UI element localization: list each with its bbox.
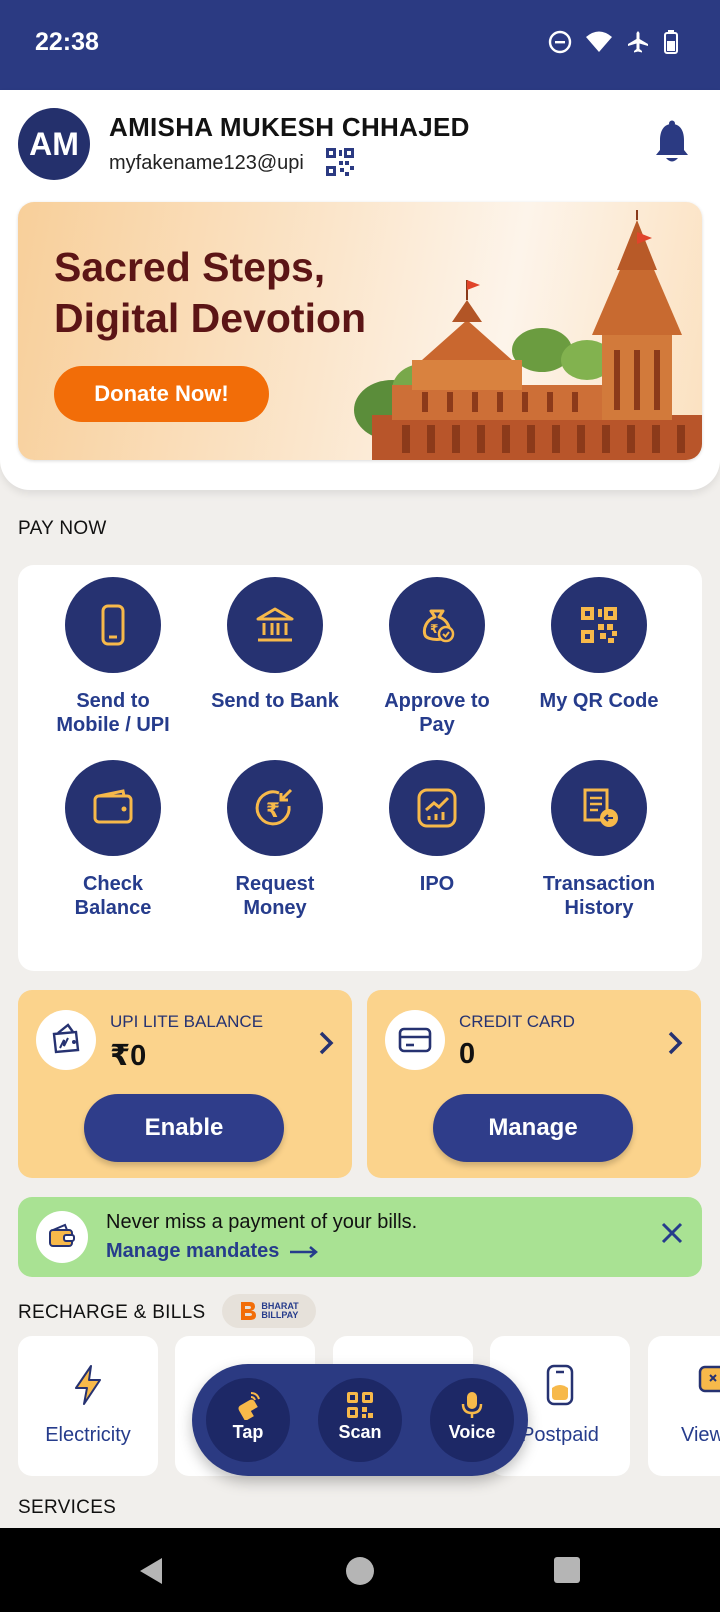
bharat-billpay-badge: BHARAT BILLPAY [222, 1294, 316, 1328]
pay-label-line1: Transaction [542, 873, 656, 895]
close-icon[interactable] [660, 1221, 684, 1245]
voice-label: Voice [448, 1422, 496, 1442]
pay-label-line2: Balance [74, 897, 152, 919]
credit-card-icon [398, 1027, 432, 1053]
home-icon[interactable] [345, 1556, 375, 1586]
transaction-history-button[interactable]: Transaction History [518, 760, 680, 920]
enable-button[interactable]: Enable [84, 1094, 284, 1162]
scan-label: Scan [338, 1422, 382, 1442]
avatar[interactable]: AM [18, 108, 90, 180]
qr-code-icon [581, 607, 617, 643]
upi-id: myfakename123@upi [109, 152, 304, 174]
pay-label-line1: IPO [419, 873, 455, 895]
bharat-billpay-logo [241, 1302, 257, 1320]
mandate-message: Never miss a payment of your bills. [106, 1211, 418, 1233]
scan-qr-icon [347, 1392, 373, 1418]
scan-button[interactable]: Scan [318, 1378, 402, 1462]
credit-card-label: CREDIT CARD [459, 1012, 575, 1031]
upi-lite-card[interactable]: UPI LITE BALANCE ₹0 Enable [18, 990, 352, 1178]
chevron-right-icon[interactable] [667, 1030, 683, 1056]
pay-now-heading: PAY NOW [18, 518, 107, 539]
status-icons [548, 30, 678, 54]
rupee-request-icon: ₹ [255, 788, 293, 826]
wallet-icon [93, 789, 133, 824]
receipt-history-icon [583, 788, 618, 827]
request-money-button[interactable]: ₹ Request Money [194, 760, 356, 920]
mandate-banner[interactable]: Never miss a payment of your bills. Mana… [18, 1197, 702, 1277]
pay-label-line1: Request [235, 873, 315, 895]
pay-label-line1: Send to [76, 690, 150, 712]
banner-title-line2: Digital Devotion [54, 295, 367, 341]
user-name: AMISHA MUKESH CHHAJED [109, 112, 470, 142]
svg-text:₹: ₹ [430, 622, 438, 636]
bbps-line2: BILLPAY [261, 1310, 299, 1320]
tap-pay-icon [238, 1392, 260, 1420]
pay-now-card: Send to Mobile / UPI Send to Bank ₹ Appro… [18, 565, 702, 971]
manage-mandates-label: Manage mandates [106, 1240, 280, 1262]
recents-icon[interactable] [553, 1556, 581, 1584]
tile-label: Electricity [45, 1424, 131, 1446]
quick-action-bar: Tap Scan Voice [192, 1364, 528, 1476]
pay-label-line2: Pay [419, 714, 455, 736]
microphone-icon [461, 1392, 483, 1418]
send-to-bank-button[interactable]: Send to Bank [194, 577, 356, 713]
credit-card-amount: 0 [459, 1038, 476, 1070]
manage-button[interactable]: Manage [433, 1094, 633, 1162]
pay-label-line1: Check [82, 873, 144, 895]
credit-card-card[interactable]: CREDIT CARD 0 Manage [367, 990, 701, 1178]
upi-lite-wallet-icon [52, 1023, 80, 1054]
tap-button[interactable]: Tap [206, 1378, 290, 1462]
promo-banner[interactable]: Sacred Steps, Digital Devotion Donate No… [18, 202, 702, 460]
view-all-tile[interactable]: View [648, 1336, 720, 1476]
pay-label-line1: My QR Code [539, 690, 659, 712]
banner-title: Sacred Steps, Digital Devotion [54, 242, 366, 344]
status-bar: 22:38 [0, 0, 720, 90]
my-qr-code-button[interactable]: My QR Code [518, 577, 680, 713]
electricity-tile[interactable]: Electricity [18, 1336, 158, 1476]
manage-mandates-link[interactable]: Manage mandates [106, 1240, 319, 1263]
approve-to-pay-button[interactable]: ₹ Approve to Pay [356, 577, 518, 737]
arrow-right-icon [289, 1245, 318, 1258]
banner-title-line1: Sacred Steps, [54, 244, 326, 290]
chevron-right-icon[interactable] [318, 1030, 334, 1056]
mobile-icon [101, 604, 125, 646]
qr-code-icon[interactable] [326, 148, 354, 176]
upi-lite-amount: ₹0 [110, 1040, 147, 1072]
chart-icon [417, 788, 457, 828]
wifi-icon [586, 31, 612, 52]
bank-icon [256, 607, 294, 642]
lightning-icon [75, 1365, 101, 1405]
pay-label-line2: History [564, 897, 634, 919]
battery-icon [664, 30, 678, 54]
airplane-icon [628, 31, 648, 53]
tap-label: Tap [232, 1422, 264, 1442]
tile-label: View [681, 1424, 720, 1446]
mobile-postpaid-icon [546, 1364, 574, 1406]
ipo-button[interactable]: IPO [356, 760, 518, 896]
temple-illustration [354, 210, 702, 460]
pay-label-line2: Money [243, 897, 307, 919]
pay-label-line1: Send to Bank [211, 690, 339, 712]
services-heading: SERVICES [18, 1497, 117, 1518]
voice-button[interactable]: Voice [430, 1378, 514, 1462]
donate-now-button[interactable]: Donate Now! [54, 366, 269, 422]
pay-label-line2: Mobile / UPI [56, 714, 170, 736]
profile-header: AM AMISHA MUKESH CHHAJED myfakename123@u… [0, 90, 720, 490]
send-to-mobile-button[interactable]: Send to Mobile / UPI [32, 577, 194, 737]
upi-lite-label: UPI LITE BALANCE [110, 1012, 264, 1031]
bell-icon[interactable] [654, 120, 690, 164]
pay-label-line1: Approve to [384, 690, 490, 712]
check-balance-button[interactable]: Check Balance [32, 760, 194, 920]
system-navigation-bar [0, 1528, 720, 1612]
back-icon[interactable] [136, 1556, 166, 1586]
status-time: 22:38 [35, 28, 99, 56]
recharge-bills-heading: RECHARGE & BILLS [18, 1302, 206, 1323]
money-bag-check-icon: ₹ [422, 609, 455, 643]
svg-text:₹: ₹ [266, 798, 280, 822]
mandate-wallet-icon [49, 1223, 75, 1247]
do-not-disturb-icon [548, 30, 572, 54]
view-all-icon [698, 1365, 720, 1393]
